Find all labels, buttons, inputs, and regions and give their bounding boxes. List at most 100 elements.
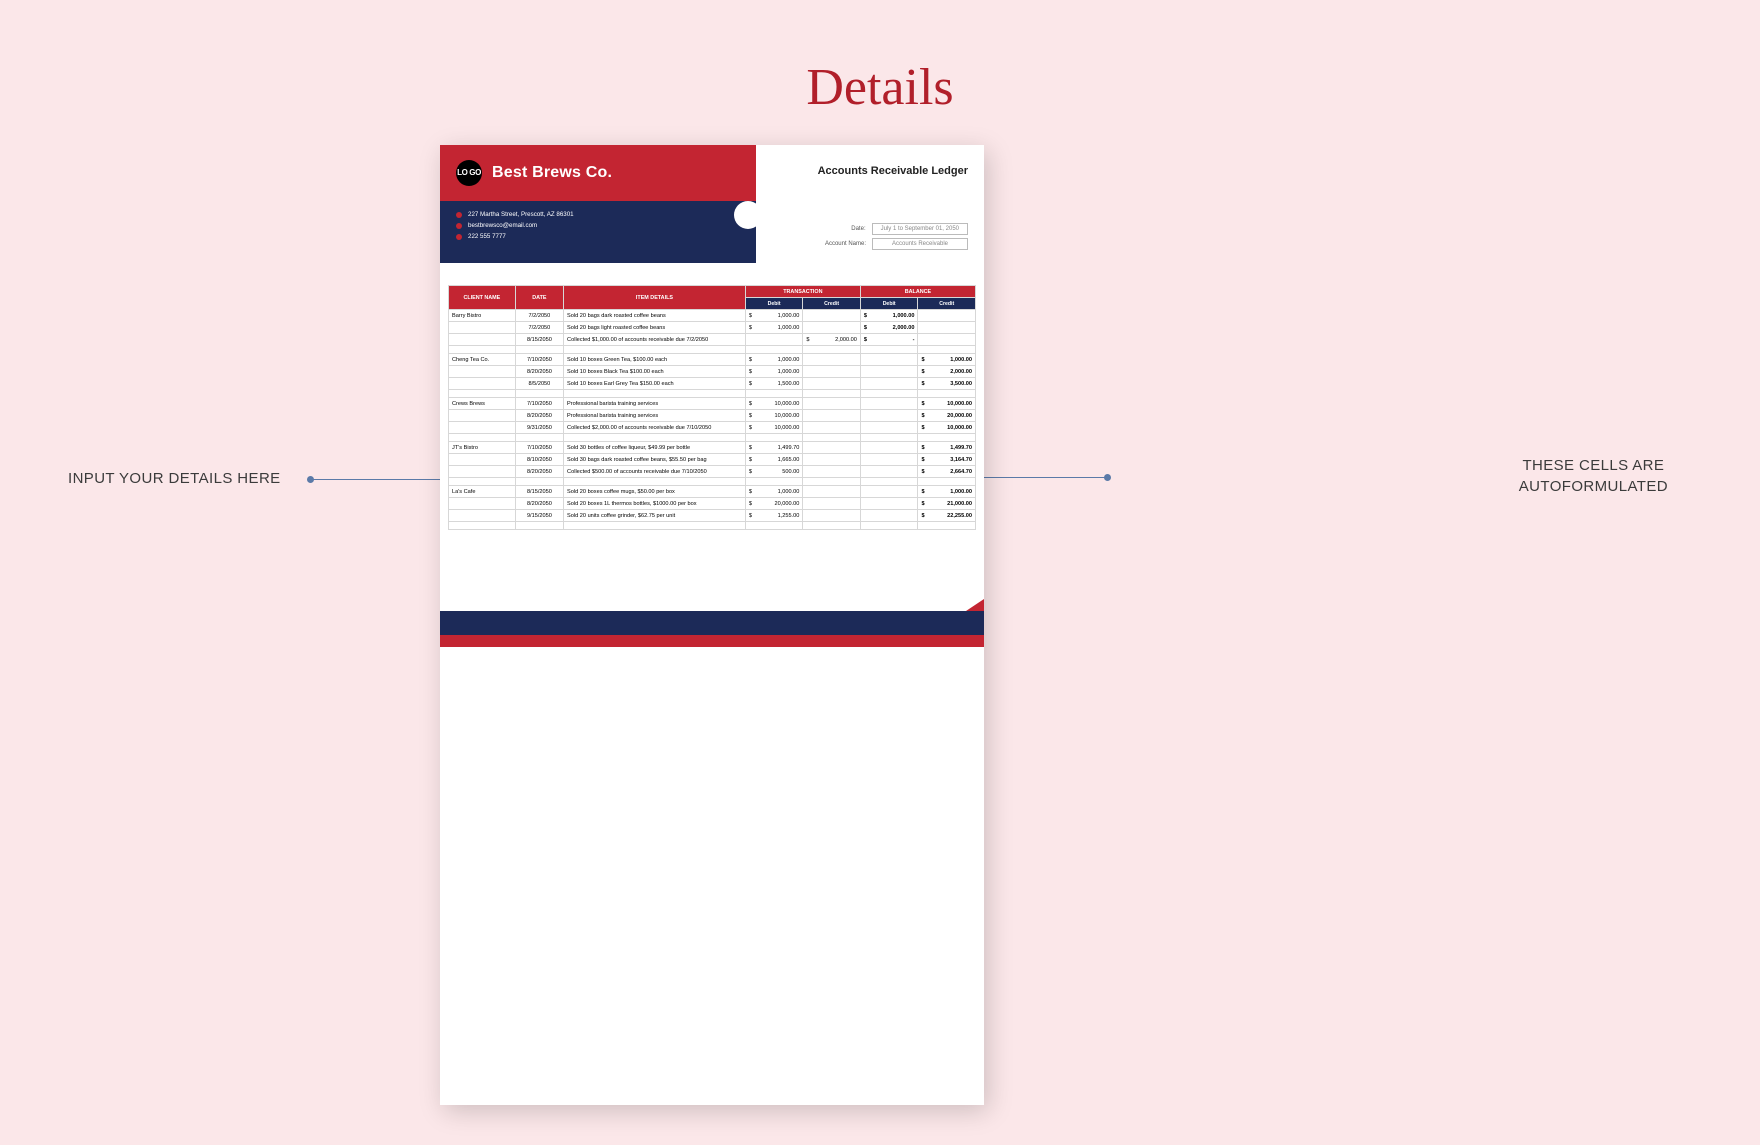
doc-footer-red <box>440 635 984 647</box>
th-bal-debit: Debit <box>860 298 918 310</box>
th-balance: BALANCE <box>860 286 975 298</box>
money-cell: $1,499.70 <box>918 442 976 454</box>
date-cell: 8/5/2050 <box>515 378 563 390</box>
money-cell <box>803 378 861 390</box>
document-preview: LO GO Best Brews Co. Accounts Receivable… <box>440 145 984 1105</box>
money-cell: $20,000.00 <box>918 410 976 422</box>
client-cell <box>449 510 516 522</box>
money-cell <box>860 354 918 366</box>
details-cell: Sold 20 bags dark roasted coffee beans <box>564 310 746 322</box>
money-cell <box>803 454 861 466</box>
money-cell: $1,500.00 <box>745 378 803 390</box>
money-cell: $10,000.00 <box>745 422 803 434</box>
details-cell: Sold 20 boxes coffee mugs, $50.00 per bo… <box>564 486 746 498</box>
doc-header-navy: 227 Martha Street, Prescott, AZ 86301 be… <box>440 201 756 263</box>
date-cell: 8/20/2050 <box>515 410 563 422</box>
spacer-row <box>449 346 976 354</box>
meta-acct-label: Account Name: <box>825 241 866 247</box>
table-row: 8/20/2050Sold 10 boxes Black Tea $100.00… <box>449 366 976 378</box>
canvas: INPUT YOUR DETAILS HERE THESE CELLS ARE … <box>0 145 1760 1145</box>
money-cell: $1,000.00 <box>745 366 803 378</box>
details-cell: Sold 20 boxes 1L thermos bottles, $1000.… <box>564 498 746 510</box>
money-cell <box>803 422 861 434</box>
money-cell: $22,255.00 <box>918 510 976 522</box>
money-cell: $1,499.70 <box>745 442 803 454</box>
money-cell: $1,000.00 <box>745 310 803 322</box>
money-cell: $21,000.00 <box>918 498 976 510</box>
client-cell: Barry Bistro <box>449 310 516 322</box>
money-cell <box>918 322 976 334</box>
table-row: 8/20/2050Collected $500.00 of accounts r… <box>449 466 976 478</box>
money-cell <box>918 310 976 322</box>
date-cell: 8/15/2050 <box>515 486 563 498</box>
money-cell: $1,665.00 <box>745 454 803 466</box>
details-cell: Collected $1,000.00 of accounts receivab… <box>564 334 746 346</box>
money-cell: $1,000.00 <box>918 486 976 498</box>
money-cell <box>803 354 861 366</box>
money-cell: $- <box>860 334 918 346</box>
header-notch <box>734 201 762 229</box>
money-cell: $1,000.00 <box>745 354 803 366</box>
money-cell <box>860 466 918 478</box>
money-cell: $10,000.00 <box>745 410 803 422</box>
client-cell <box>449 466 516 478</box>
th-txn-credit: Credit <box>803 298 861 310</box>
details-cell: Sold 20 bags light roasted coffee beans <box>564 322 746 334</box>
money-cell <box>803 498 861 510</box>
money-cell <box>860 498 918 510</box>
callout-right-line2: AUTOFORMULATED <box>1519 478 1668 495</box>
money-cell <box>803 322 861 334</box>
page-title: Details <box>0 0 1760 145</box>
money-cell <box>918 334 976 346</box>
money-cell: $2,000.00 <box>918 366 976 378</box>
client-cell <box>449 334 516 346</box>
money-cell: $10,000.00 <box>918 422 976 434</box>
client-cell <box>449 322 516 334</box>
money-cell: $2,664.70 <box>918 466 976 478</box>
date-cell: 7/2/2050 <box>515 322 563 334</box>
money-cell: $10,000.00 <box>745 398 803 410</box>
money-cell: $20,000.00 <box>745 498 803 510</box>
money-cell <box>803 442 861 454</box>
details-cell: Sold 10 boxes Black Tea $100.00 each <box>564 366 746 378</box>
doc-subtitle: Accounts Receivable Ledger <box>818 165 968 177</box>
contact-address-text: 227 Martha Street, Prescott, AZ 86301 <box>468 211 574 218</box>
callout-left: INPUT YOUR DETAILS HERE <box>68 470 281 487</box>
table-row: 8/15/2050Collected $1,000.00 of accounts… <box>449 334 976 346</box>
money-cell: $1,000.00 <box>860 310 918 322</box>
money-cell: $10,000.00 <box>918 398 976 410</box>
details-cell: Professional barista training services <box>564 410 746 422</box>
table-row: 8/20/2050Professional barista training s… <box>449 410 976 422</box>
date-cell: 8/15/2050 <box>515 334 563 346</box>
logo-icon: LO GO <box>456 160 482 186</box>
th-txn-debit: Debit <box>745 298 803 310</box>
ledger-table: CLIENT NAME DATE ITEM DETAILS TRANSACTIO… <box>448 285 976 530</box>
meta-date-label: Date: <box>851 226 865 232</box>
callout-right: THESE CELLS ARE AUTOFORMULATED <box>1519 455 1668 497</box>
money-cell <box>803 366 861 378</box>
money-cell <box>860 510 918 522</box>
table-row: La's Cafe8/15/2050Sold 20 boxes coffee m… <box>449 486 976 498</box>
money-cell <box>860 410 918 422</box>
table-row: 9/31/2050Collected $2,000.00 of accounts… <box>449 422 976 434</box>
money-cell: $500.00 <box>745 466 803 478</box>
money-cell: $2,000.00 <box>860 322 918 334</box>
bullet-icon <box>456 212 462 218</box>
th-client: CLIENT NAME <box>449 286 516 310</box>
line-dot-icon <box>1104 474 1111 481</box>
date-cell: 7/10/2050 <box>515 354 563 366</box>
details-cell: Sold 20 units coffee grinder, $62.75 per… <box>564 510 746 522</box>
client-cell <box>449 498 516 510</box>
date-cell: 8/20/2050 <box>515 498 563 510</box>
money-cell: $3,500.00 <box>918 378 976 390</box>
client-cell: JT's Bistro <box>449 442 516 454</box>
contact-email-text: bestbrewsco@email.com <box>468 222 537 229</box>
doc-header-red: LO GO Best Brews Co. <box>440 145 756 201</box>
money-cell <box>860 454 918 466</box>
table-row: Barry Bistro7/2/2050Sold 20 bags dark ro… <box>449 310 976 322</box>
spacer-row <box>449 390 976 398</box>
date-cell: 7/10/2050 <box>515 442 563 454</box>
date-cell: 9/31/2050 <box>515 422 563 434</box>
client-cell <box>449 422 516 434</box>
doc-footer-navy <box>440 611 984 635</box>
